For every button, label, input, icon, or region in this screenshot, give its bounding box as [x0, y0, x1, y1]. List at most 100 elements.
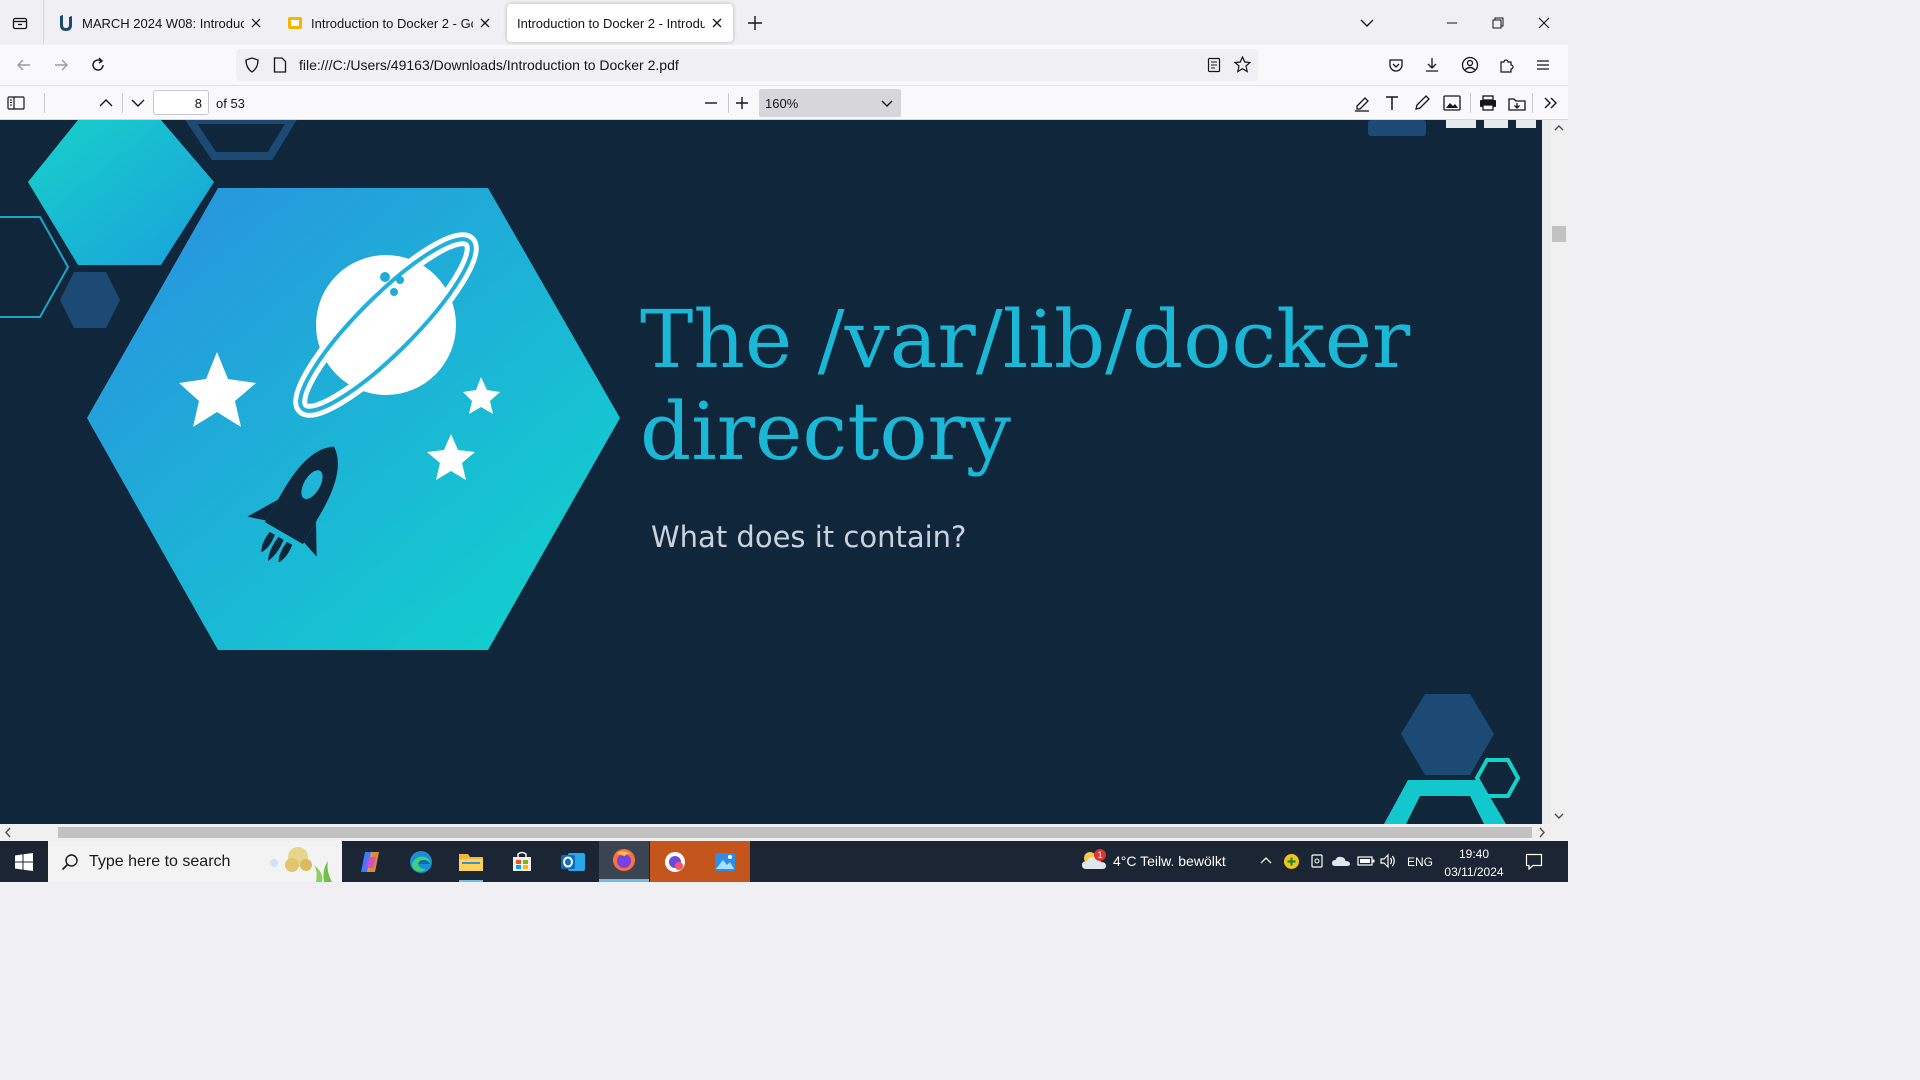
image-button[interactable] [1439, 90, 1465, 116]
input-language[interactable]: ENG [1407, 855, 1433, 869]
more-tools-button[interactable] [1538, 90, 1564, 116]
taskbar-copilot[interactable] [345, 841, 395, 882]
outline-hexagon-left [0, 216, 70, 318]
firefox-icon [613, 849, 635, 871]
scroll-up-icon [1554, 125, 1564, 131]
new-tab-button[interactable] [741, 9, 769, 37]
slide-title-line: The /var/lib/docker [640, 293, 1411, 386]
tab-strip: MARCH 2024 W08: Introduction Introductio… [0, 0, 1568, 45]
photos-icon [715, 852, 735, 871]
plus-icon [736, 97, 748, 109]
tray-overflow-icon[interactable] [1259, 854, 1273, 869]
bookmark-star-icon[interactable] [1233, 55, 1252, 76]
onedrive-icon[interactable] [1331, 853, 1351, 872]
downloads-button[interactable] [1418, 51, 1446, 79]
menu-button[interactable] [1529, 51, 1557, 79]
forward-button[interactable] [47, 51, 75, 79]
horizontal-scroll-thumb[interactable] [58, 827, 1532, 838]
search-icon [61, 854, 78, 871]
pocket-button[interactable] [1382, 51, 1410, 79]
pdf-viewer[interactable]: The /var/lib/docker directory What does … [0, 120, 1550, 824]
taskbar-edge[interactable] [396, 841, 446, 882]
chevron-down-icon [131, 99, 145, 107]
close-window-button[interactable] [1521, 0, 1567, 45]
image-icon [1443, 95, 1461, 111]
taskbar-file-explorer[interactable] [446, 841, 496, 882]
app-icon [665, 851, 685, 872]
taskbar-store[interactable] [497, 841, 547, 882]
account-icon [1461, 56, 1479, 74]
windows-logo-icon [15, 852, 33, 871]
tab-close-icon[interactable] [709, 15, 725, 31]
taskbar-clock[interactable]: 19:40 03/11/2024 [1440, 845, 1508, 881]
security-shield-icon[interactable] [1283, 853, 1300, 873]
page-number-input[interactable]: 8 [153, 90, 209, 115]
slide-subtitle: What does it contain? [651, 520, 967, 554]
chevron-down-icon [1360, 19, 1374, 27]
reload-button[interactable] [84, 51, 112, 79]
text-icon [1386, 96, 1398, 110]
vertical-scroll-thumb[interactable] [1552, 226, 1566, 242]
highlight-button[interactable] [1349, 90, 1375, 116]
print-button[interactable] [1475, 90, 1501, 116]
slide-title: The /var/lib/docker directory [640, 294, 1520, 478]
main-hexagon [87, 188, 620, 650]
taskbar-firefox[interactable] [599, 841, 649, 882]
battery-icon[interactable] [1357, 855, 1375, 870]
save-button[interactable] [1504, 90, 1530, 116]
restore-button[interactable] [1475, 0, 1521, 45]
slides-favicon-icon [287, 15, 303, 31]
draw-button[interactable] [1409, 90, 1435, 116]
pen-icon [1415, 95, 1430, 110]
dark-hexagon [60, 272, 120, 328]
minimize-button[interactable] [1429, 0, 1475, 45]
tab-close-icon[interactable] [248, 15, 264, 31]
zoom-in-button[interactable] [729, 90, 755, 116]
tab-list-button[interactable] [6, 9, 34, 37]
minimize-icon [1447, 22, 1457, 23]
plus-icon [748, 16, 762, 30]
search-placeholder: Type here to search [89, 853, 231, 870]
back-button[interactable] [10, 51, 38, 79]
url-bar[interactable]: file:///C:/Users/49163/Downloads/Introdu… [236, 49, 1258, 81]
tab-title: MARCH 2024 W08: Introduction [82, 15, 244, 31]
shield-icon[interactable] [244, 57, 260, 76]
pocket-icon [1389, 59, 1403, 72]
weather-text[interactable]: 4°C Teilw. bewölkt [1113, 853, 1226, 869]
scroll-corner [1550, 824, 1568, 841]
tab-title: Introduction to Docker 2 - Introduction [517, 15, 705, 31]
volume-icon[interactable] [1379, 853, 1397, 872]
tab-google-slides[interactable]: Introduction to Docker 2 - Google [279, 4, 501, 42]
sidebar-toggle-button[interactable] [3, 90, 29, 116]
zoom-select[interactable]: 160% [759, 89, 901, 117]
url-text[interactable]: file:///C:/Users/49163/Downloads/Introdu… [299, 57, 679, 73]
next-page-button[interactable] [125, 90, 151, 116]
list-all-tabs-button[interactable] [1344, 0, 1390, 45]
logo-fragment [1368, 120, 1426, 136]
meet-now-icon[interactable] [1309, 853, 1325, 872]
print-icon [1480, 95, 1496, 111]
extensions-button[interactable] [1493, 51, 1521, 79]
sidebar-icon [7, 96, 25, 110]
account-button[interactable] [1456, 51, 1484, 79]
scroll-left-icon [5, 827, 11, 838]
minus-icon [705, 102, 717, 104]
close-icon [1538, 17, 1550, 28]
tab-close-icon[interactable] [477, 15, 493, 31]
zoom-value: 160% [765, 96, 799, 111]
zoom-out-button[interactable] [698, 90, 724, 116]
start-button[interactable] [0, 841, 48, 882]
notification-center-icon[interactable] [1525, 853, 1543, 874]
download-icon [1426, 58, 1438, 72]
taskbar-search-box[interactable]: Type here to search [48, 841, 342, 882]
reload-icon [92, 57, 104, 71]
highlighter-icon [1355, 97, 1369, 112]
text-button[interactable] [1379, 90, 1405, 116]
tab-march-2024[interactable]: MARCH 2024 W08: Introduction [50, 4, 272, 42]
taskbar-app[interactable] [650, 841, 700, 882]
reader-view-icon[interactable] [1206, 57, 1222, 76]
taskbar-photos[interactable] [700, 841, 750, 882]
taskbar-outlook[interactable] [548, 841, 598, 882]
tab-pdf-active[interactable]: Introduction to Docker 2 - Introduction [507, 4, 733, 42]
previous-page-button[interactable] [93, 90, 119, 116]
